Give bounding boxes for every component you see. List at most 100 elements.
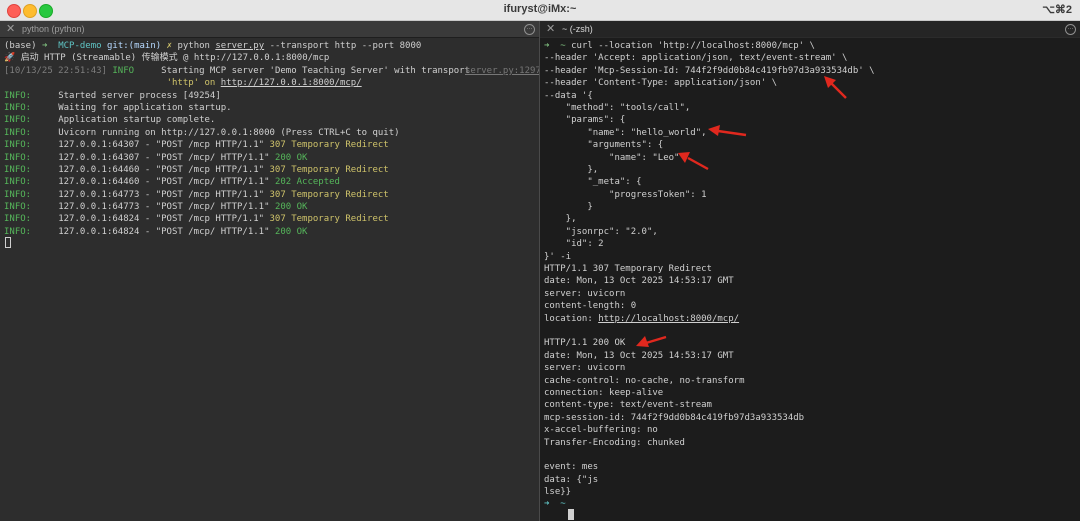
log-source-link[interactable]: server.py:1297 <box>465 65 539 77</box>
status-text: 200 OK <box>274 202 308 213</box>
location-link[interactable]: http://localhost:8000/mcp/ <box>598 314 739 324</box>
log-info-line: INFO: 127.0.0.1:64824 - "POST /mcp HTTP/… <box>4 213 470 225</box>
output-line: } <box>544 201 875 213</box>
info-label: INFO: <box>4 152 32 163</box>
info-message: 127.0.0.1:64824 - "POST /mcp HTTP/1.1" 3… <box>58 214 389 225</box>
annotation-arrow-icon <box>678 152 709 171</box>
status-text: 307 Temporary Redirect <box>269 140 389 151</box>
output-text: server: uvicorn <box>544 363 626 374</box>
status-text: 307 Temporary Redirect <box>269 164 389 175</box>
right-terminal-pane[interactable]: ➜ ~ curl --location 'http://localhost:80… <box>540 38 1080 521</box>
log-info-line: INFO: Application startup complete. <box>4 114 470 126</box>
output-line: "id": 2 <box>544 238 875 250</box>
output-text: HTTP/1.1 200 OK <box>544 338 626 349</box>
output-line: date: Mon, 13 Oct 2025 14:53:17 GMT <box>544 350 875 362</box>
log-info-line: INFO: 127.0.0.1:64307 - "POST /mcp/ HTTP… <box>4 152 470 164</box>
output-text: }' -i <box>544 251 572 262</box>
output-line: server: uvicorn <box>544 288 875 300</box>
info-message: 127.0.0.1:64460 - "POST /mcp/ HTTP/1.1" … <box>58 177 340 188</box>
final-prompt-line: ➜ ~ <box>544 498 875 510</box>
output-line <box>544 325 875 337</box>
info-message: 127.0.0.1:64460 - "POST /mcp HTTP/1.1" 3… <box>58 164 389 175</box>
info-message: 127.0.0.1:64773 - "POST /mcp HTTP/1.1" 3… <box>58 189 389 200</box>
command: python <box>177 41 210 51</box>
output-line <box>544 449 875 461</box>
annotation-arrow-icon <box>708 125 747 137</box>
output-line: data: {"js <box>544 474 875 486</box>
script-name: server.py <box>215 41 265 51</box>
output-line: "_meta": { <box>544 176 875 188</box>
git-branch: git:(main) <box>106 41 162 51</box>
log-info-line: INFO: 127.0.0.1:64307 - "POST /mcp HTTP/… <box>4 139 470 151</box>
output-line: location: http://localhost:8000/mcp/ <box>544 313 875 325</box>
output-line: lse}} <box>544 486 875 498</box>
output-line: "method": "tools/call", <box>544 102 875 114</box>
log-info-line: INFO: 127.0.0.1:64460 - "POST /mcp HTTP/… <box>4 164 470 176</box>
output-text: HTTP/1.1 307 Temporary Redirect <box>544 264 712 275</box>
status-text: 200 OK <box>274 226 308 237</box>
output-text: mcp-session-id: 744f2f9dd0b84c419fb97d3a… <box>544 412 805 423</box>
output-line: HTTP/1.1 307 Temporary Redirect <box>544 263 875 275</box>
output-text: content-length: 0 <box>544 301 637 312</box>
curl-command: curl --location 'http://localhost:8000/m… <box>571 41 815 51</box>
output-line: content-length: 0 <box>544 300 875 312</box>
info-label: INFO: <box>4 214 32 225</box>
left-terminal-pane[interactable]: (base) ➜ MCP-demo git:(main) ✗ python se… <box>0 38 539 521</box>
info-label: INFO: <box>4 164 32 175</box>
output-text: "params": { <box>544 115 626 126</box>
more-icon[interactable]: ··· <box>524 24 535 35</box>
log-info-line: INFO: 127.0.0.1:64773 - "POST /mcp/ HTTP… <box>4 201 470 213</box>
output-line: }, <box>544 213 875 225</box>
window-shortcut: ⌥⌘2 <box>1042 4 1072 16</box>
output-line: date: Mon, 13 Oct 2025 14:53:17 GMT <box>544 275 875 287</box>
output-line: }' -i <box>544 251 875 263</box>
output-line: mcp-session-id: 744f2f9dd0b84c419fb97d3a… <box>544 412 875 424</box>
output-text: server: uvicorn <box>544 288 626 299</box>
git-dirty-mark: ✗ <box>166 41 173 51</box>
output-text: connection: keep-alive <box>544 387 664 398</box>
log-line-continued: 'http' on http://127.0.0.1:8000/mcp/ <box>4 77 470 89</box>
conda-env: (base) <box>4 41 37 51</box>
status-text: 307 Temporary Redirect <box>269 189 389 200</box>
window-title: ifuryst@iMx:~ <box>503 3 577 15</box>
output-text: "progressToken": 1 <box>544 189 707 200</box>
tab-python[interactable]: ✕ python (python) ··· <box>0 21 539 38</box>
info-message: Uvicorn running on http://127.0.0.1:8000… <box>58 127 400 138</box>
log-info-line: INFO: Started server process [49254] <box>4 90 470 102</box>
info-label: INFO: <box>4 140 32 151</box>
output-text: --header 'Accept: application/json, text… <box>544 53 848 64</box>
output-line: HTTP/1.1 200 OK <box>544 337 875 349</box>
output-text: "arguments": { <box>544 140 664 151</box>
command-line: (base) ➜ MCP-demo git:(main) ✗ python se… <box>4 40 470 52</box>
info-label: INFO: <box>4 127 32 138</box>
output-text: } <box>544 202 593 213</box>
close-tab-icon[interactable]: ✕ <box>546 21 555 37</box>
info-label: INFO: <box>4 177 32 188</box>
output-text: "name": "Leo" <box>544 152 680 163</box>
info-label: INFO: <box>4 226 32 237</box>
output-text: }, <box>544 164 599 175</box>
output-line: x-accel-buffering: no <box>544 424 875 436</box>
title-bar: ifuryst@iMx:~ ⌥⌘2 <box>0 0 1080 21</box>
output-text: location: http://localhost:8000/mcp/ <box>544 313 740 324</box>
more-icon[interactable]: ··· <box>1065 24 1076 35</box>
status-text: 200 OK <box>274 152 308 163</box>
log-info-line: INFO: Uvicorn running on http://127.0.0.… <box>4 127 470 139</box>
output-line: cache-control: no-cache, no-transform <box>544 375 875 387</box>
shell-prompt: ➜ ~ <box>544 41 566 51</box>
terminal-cursor <box>568 509 574 520</box>
tab-zsh[interactable]: ✕ ~ (-zsh) ··· <box>540 21 1080 37</box>
server-url-link[interactable]: http://127.0.0.1:8000/mcp/ <box>221 78 362 88</box>
output-text: --data '{ <box>544 90 593 101</box>
info-message: 127.0.0.1:64773 - "POST /mcp/ HTTP/1.1" … <box>58 202 308 213</box>
output-text: lse}} <box>544 487 572 498</box>
close-tab-icon[interactable]: ✕ <box>6 21 15 37</box>
info-label: INFO: <box>4 189 32 200</box>
output-line: "progressToken": 1 <box>544 189 875 201</box>
info-message: Started server process [49254] <box>58 90 221 101</box>
startup-banner: 🚀 启动 HTTP (Streamable) 传输模式 @ http://127… <box>4 53 330 64</box>
output-text: cache-control: no-cache, no-transform <box>544 375 745 386</box>
output-line: ➜ ~ curl --location 'http://localhost:80… <box>544 40 875 52</box>
output-line: "jsonrpc": "2.0", <box>544 226 875 238</box>
prompt-arrow: ➜ <box>41 41 48 51</box>
